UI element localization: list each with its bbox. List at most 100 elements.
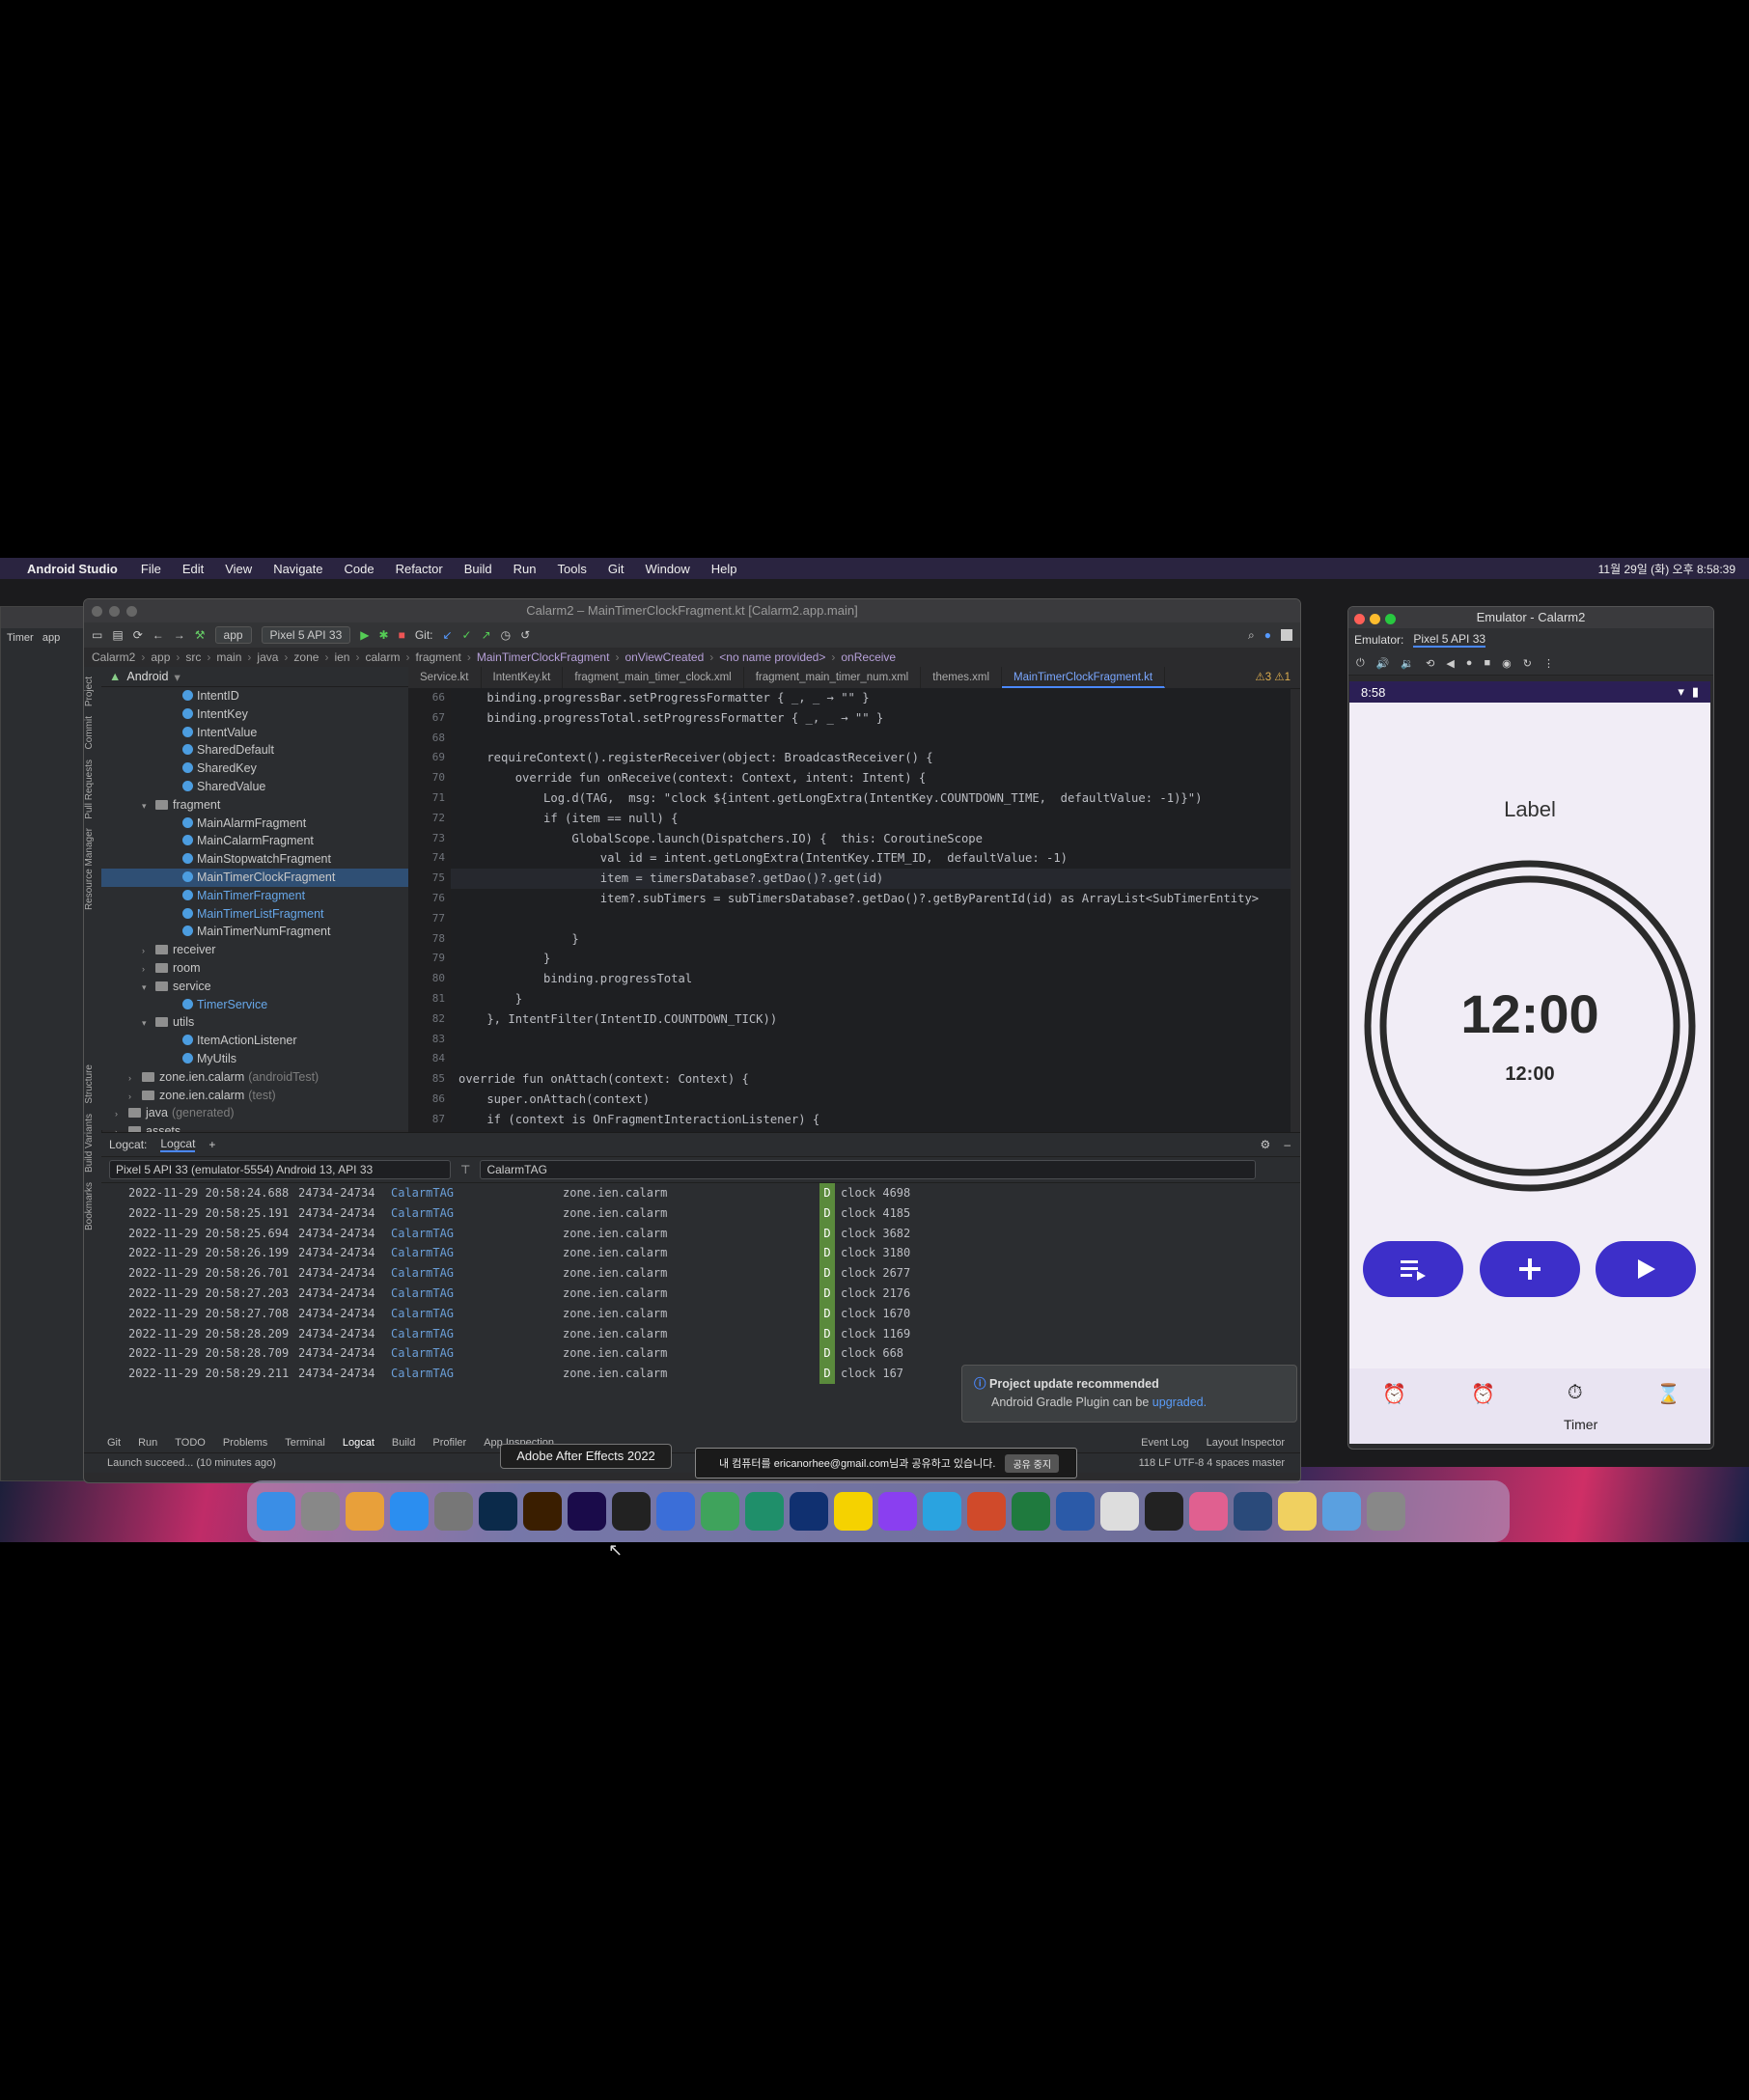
nav-hourglass-icon[interactable]: ⌛: [1656, 1382, 1680, 1406]
gear-icon[interactable]: ⚙: [1261, 1138, 1271, 1151]
menu-tools[interactable]: Tools: [558, 562, 587, 576]
snapshot-icon[interactable]: ↻: [1523, 657, 1532, 670]
dock-app-powerpoint[interactable]: PowerPoint: [967, 1492, 1006, 1531]
add-tab-icon[interactable]: +: [208, 1138, 215, 1151]
dock-app-messenger[interactable]: Messenger: [878, 1492, 917, 1531]
tab-timer-num-xml[interactable]: fragment_main_timer_num.xml: [744, 667, 922, 688]
tree-folder[interactable]: ▾ fragment: [101, 796, 408, 815]
code-line[interactable]: override fun onAttach(context: Context) …: [451, 1069, 1291, 1090]
breadcrumb-item[interactable]: app: [151, 650, 170, 664]
dock-app-notion[interactable]: Notion: [1145, 1492, 1183, 1531]
breadcrumb-item[interactable]: zone: [293, 650, 319, 664]
minimize-icon[interactable]: –: [1284, 1138, 1291, 1151]
device-select[interactable]: Pixel 5 API 33: [261, 626, 351, 644]
close-button[interactable]: [92, 606, 102, 617]
code-line[interactable]: Log.d(TAG, msg: "clock ${intent.getLongE…: [451, 788, 1291, 809]
tab-intentkey[interactable]: IntentKey.kt: [482, 667, 564, 688]
nav-timer-label[interactable]: Timer: [1564, 1417, 1597, 1432]
timer-label[interactable]: Label: [1349, 797, 1710, 822]
camera-icon[interactable]: ◉: [1502, 657, 1512, 670]
dock-app-pycharm[interactable]: PyCharm: [745, 1492, 784, 1531]
side-tab-commit[interactable]: Commit: [84, 716, 95, 749]
logcat-filter-input[interactable]: CalarmTAG: [480, 1160, 1257, 1179]
chevron-icon[interactable]: ▾: [142, 797, 155, 815]
tool-profiler[interactable]: Profiler: [432, 1437, 466, 1449]
menu-refactor[interactable]: Refactor: [396, 562, 443, 576]
code-line[interactable]: }, IntentFilter(IntentID.COUNTDOWN_TICK)…: [451, 1009, 1291, 1030]
tab-themes[interactable]: themes.xml: [921, 667, 1003, 688]
chevron-icon[interactable]: ›: [142, 942, 155, 960]
update-notification[interactable]: ⓘ Project update recommended Android Gra…: [961, 1365, 1297, 1423]
tree-folder[interactable]: › receiver: [101, 941, 408, 959]
tool-problems[interactable]: Problems: [223, 1437, 267, 1449]
tool-run[interactable]: Run: [138, 1437, 157, 1449]
side-tab-resource-manager[interactable]: Resource Manager: [84, 828, 95, 910]
zoom-button[interactable]: [126, 606, 137, 617]
code-line[interactable]: }: [451, 949, 1291, 969]
emulator-device-tab[interactable]: Pixel 5 API 33: [1413, 632, 1486, 648]
project-view-select[interactable]: Android: [126, 670, 168, 683]
debug-icon[interactable]: ✱: [379, 628, 389, 642]
log-row[interactable]: 2022-11-29 20:58:26.199 24734-24734 Calarm…: [101, 1243, 1300, 1264]
tab-service[interactable]: Service.kt: [408, 667, 482, 688]
rollback-icon[interactable]: ↺: [520, 628, 530, 642]
dock-app-ae[interactable]: Ae: [568, 1492, 606, 1531]
menu-file[interactable]: File: [141, 562, 161, 576]
code-line[interactable]: item = timersDatabase?.getDao()?.get(id): [451, 869, 1291, 889]
code-line[interactable]: binding.progressBar.setProgressFormatter…: [451, 688, 1291, 708]
stop-icon[interactable]: ■: [399, 628, 405, 642]
side-tab-project[interactable]: Project: [84, 677, 95, 706]
back-icon[interactable]: ←: [153, 628, 164, 642]
chevron-icon[interactable]: ›: [115, 1105, 128, 1123]
code-line[interactable]: requireContext().registerReceiver(object…: [451, 748, 1291, 768]
code-line[interactable]: [451, 729, 1291, 749]
code-line[interactable]: binding.progressTotal.setProgressFormatt…: [451, 708, 1291, 729]
tree-file[interactable]: IntentKey: [101, 705, 408, 724]
emulator-close-button[interactable]: [1354, 614, 1365, 624]
log-row[interactable]: 2022-11-29 20:58:25.694 24734-24734 Calarm…: [101, 1223, 1300, 1244]
chevron-icon[interactable]: ›: [128, 1088, 142, 1106]
dock-app-trash[interactable]: Trash: [1367, 1492, 1405, 1531]
log-row[interactable]: 2022-11-29 20:58:27.203 24734-24734 Calarm…: [101, 1283, 1300, 1304]
breadcrumb-item[interactable]: main: [216, 650, 241, 664]
stop-sharing-button[interactable]: 공유 중지: [1005, 1453, 1060, 1473]
code-line[interactable]: [451, 1030, 1291, 1050]
minimize-button[interactable]: [109, 606, 120, 617]
code-line[interactable]: override fun onReceive(context: Context,…: [451, 768, 1291, 788]
menu-edit[interactable]: Edit: [182, 562, 204, 576]
save-icon[interactable]: ▤: [112, 628, 123, 642]
forward-icon[interactable]: →: [174, 628, 185, 642]
breadcrumb-item[interactable]: Calarm2: [92, 650, 135, 664]
dock-app-terminal[interactable]: Terminal: [612, 1492, 651, 1531]
dock-app-app-store[interactable]: App Store: [390, 1492, 429, 1531]
tree-file[interactable]: SharedDefault: [101, 741, 408, 760]
menu-code[interactable]: Code: [345, 562, 375, 576]
update-icon[interactable]: ●: [1264, 628, 1271, 642]
dock-app-settings[interactable]: Settings: [434, 1492, 473, 1531]
tab-timer-clock-xml[interactable]: fragment_main_timer_clock.xml: [563, 667, 744, 688]
tree-folder[interactable]: › room: [101, 959, 408, 978]
hammer-icon[interactable]: ⚒: [195, 628, 206, 642]
list-button[interactable]: [1363, 1241, 1463, 1297]
dock-app-chrome[interactable]: Chrome: [346, 1492, 384, 1531]
rotate-icon[interactable]: ⟲: [1426, 657, 1434, 670]
tree-file[interactable]: MainTimerNumFragment: [101, 923, 408, 941]
warning-count[interactable]: ⚠3 ⚠1: [1255, 667, 1300, 688]
menu-window[interactable]: Window: [645, 562, 689, 576]
dock-app-ac[interactable]: AC: [790, 1492, 828, 1531]
tool-logcat[interactable]: Logcat: [343, 1437, 375, 1449]
dock-app-excel[interactable]: Excel: [1012, 1492, 1050, 1531]
code-line[interactable]: GlobalScope.launch(Dispatchers.IO) { thi…: [451, 829, 1291, 849]
side-tab-build-variants[interactable]: Build Variants: [84, 1114, 95, 1173]
log-row[interactable]: 2022-11-29 20:58:24.688 24734-24734 Calarm…: [101, 1183, 1300, 1203]
tool-layout-inspector[interactable]: Layout Inspector: [1207, 1437, 1285, 1449]
tree-file[interactable]: MainCalarmFragment: [101, 832, 408, 850]
dock-app-ai[interactable]: Ai: [523, 1492, 562, 1531]
breadcrumb-item[interactable]: <no name provided>: [719, 650, 825, 664]
code-line[interactable]: [451, 1049, 1291, 1069]
more-icon[interactable]: ⋮: [1543, 657, 1554, 670]
menu-view[interactable]: View: [225, 562, 252, 576]
code-line[interactable]: binding.progressTotal: [451, 969, 1291, 989]
menu-help[interactable]: Help: [711, 562, 737, 576]
tree-file[interactable]: MyUtils: [101, 1050, 408, 1068]
